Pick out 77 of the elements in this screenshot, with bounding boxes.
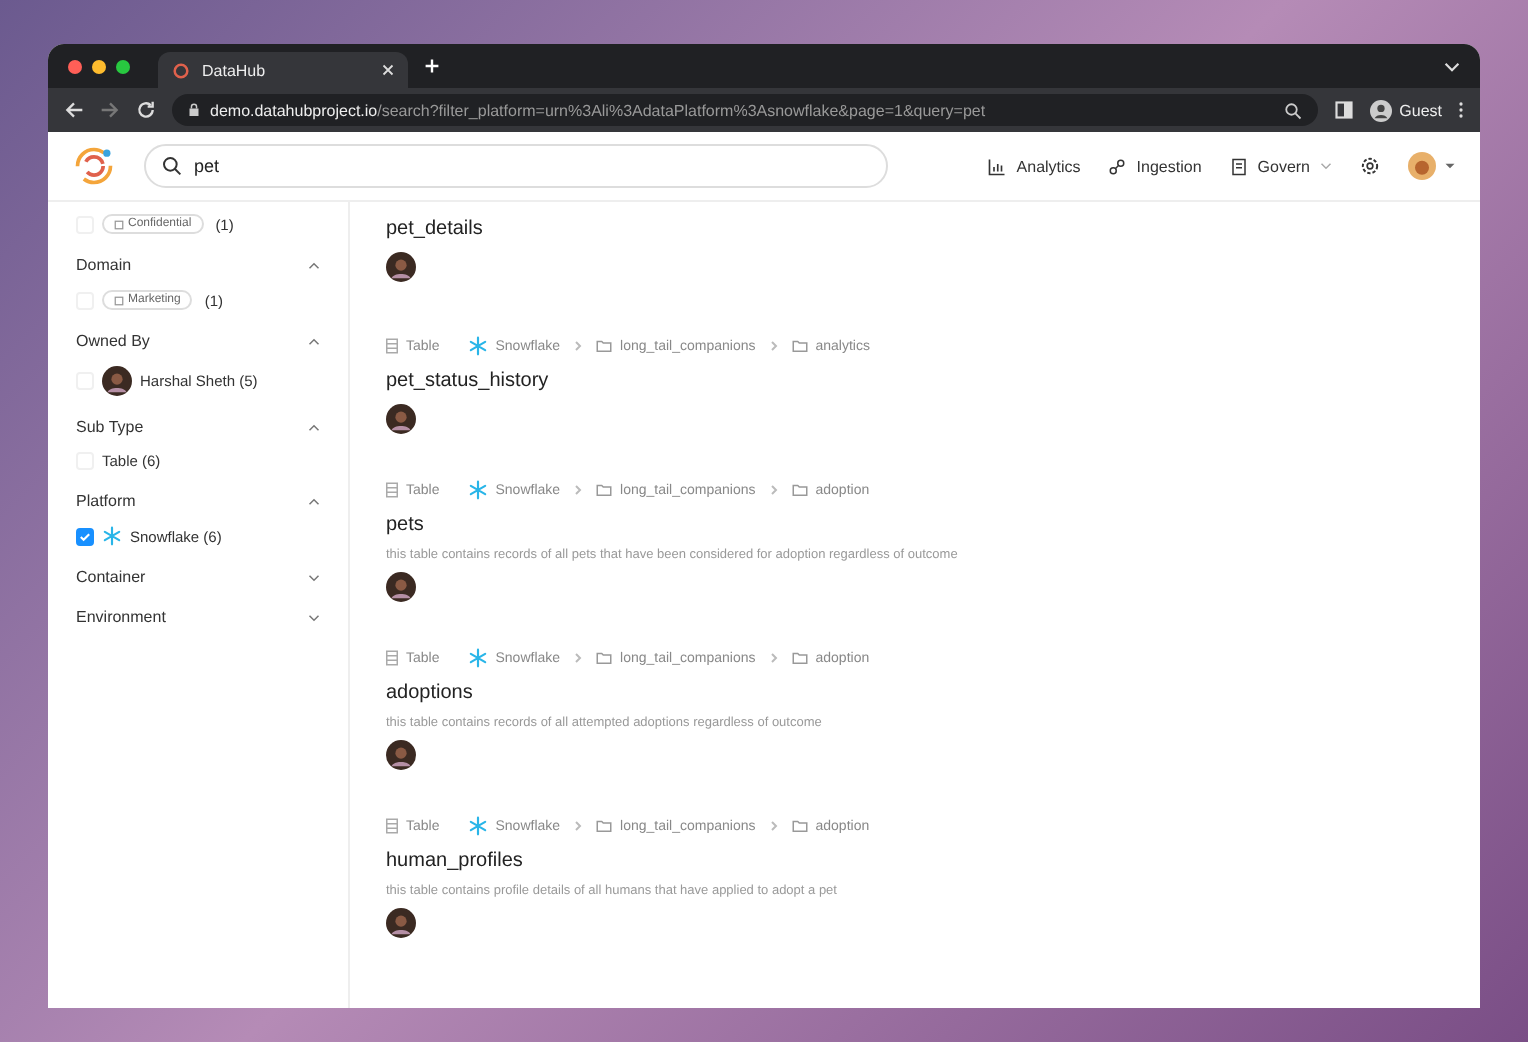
chevron-up-icon[interactable]	[308, 423, 320, 431]
owner-avatar	[386, 740, 416, 770]
chevron-up-icon[interactable]	[308, 337, 320, 345]
browser-tab[interactable]: DataHub	[158, 52, 408, 88]
chevron-right-icon	[769, 820, 778, 832]
sidebar-icon[interactable]	[1333, 100, 1354, 120]
search-icon	[162, 156, 182, 176]
user-avatar	[102, 366, 132, 396]
chevron-right-icon	[769, 652, 778, 664]
table-icon	[386, 650, 398, 666]
close-icon[interactable]	[382, 64, 394, 76]
chevron-up-icon[interactable]	[308, 497, 320, 505]
snowflake-icon	[467, 648, 488, 668]
chevron-up-icon[interactable]	[308, 261, 320, 269]
new-tab-icon[interactable]	[424, 58, 440, 74]
dataset-name[interactable]: pet_status_history	[386, 370, 1444, 392]
nav-link[interactable]: Analytics	[988, 157, 1081, 175]
chevron-right-icon	[769, 340, 778, 352]
maximize-window-button[interactable]	[116, 59, 130, 73]
chevron-right-icon	[769, 484, 778, 496]
zoom-icon[interactable]	[1283, 101, 1302, 119]
folder-icon	[791, 484, 808, 496]
chevron-right-icon	[574, 484, 583, 496]
nav-link[interactable]: Govern	[1229, 157, 1332, 175]
address-bar[interactable]: demo.datahubproject.io/search?filter_platform=urn%3Ali%3AdataPlatform%3Asnowflake&page=1&query=pet	[172, 94, 1318, 126]
settings-icon[interactable]	[1360, 156, 1380, 176]
owner-avatar	[386, 908, 416, 938]
folder-icon	[596, 484, 613, 496]
table-icon	[386, 818, 398, 834]
profile-button[interactable]: Guest	[1369, 99, 1442, 121]
filter-heading: Sub Type	[76, 418, 144, 436]
filter-heading: Owned By	[76, 332, 150, 350]
folder-icon	[791, 820, 808, 832]
dataset-name[interactable]: human_profiles	[386, 850, 1444, 872]
folder-icon	[596, 820, 613, 832]
filter-heading: Environment	[76, 608, 166, 626]
checkbox[interactable]	[76, 527, 94, 545]
tab-title: DataHub	[202, 61, 268, 79]
person-icon	[1369, 99, 1392, 121]
dataset-name[interactable]: pet_details	[386, 218, 1444, 240]
filter-heading: Domain	[76, 256, 132, 274]
owner-avatar	[386, 252, 416, 282]
chevron-right-icon	[574, 340, 583, 352]
datahub-logo-icon[interactable]	[72, 144, 116, 188]
snowflake-icon	[467, 816, 488, 836]
minimize-window-button[interactable]	[92, 59, 106, 73]
close-window-button[interactable]	[68, 59, 82, 73]
user-avatar-icon[interactable]	[1408, 152, 1436, 180]
caret-icon[interactable]	[1444, 162, 1456, 170]
square-icon	[114, 295, 124, 305]
snowflake-icon	[467, 480, 488, 500]
back-icon[interactable]	[64, 100, 84, 120]
table-icon	[386, 482, 398, 498]
bar-chart-icon	[988, 157, 1007, 175]
nav-link[interactable]: Ingestion	[1108, 157, 1202, 175]
owner-avatar	[386, 404, 416, 434]
snowflake-icon	[102, 526, 122, 546]
lock-icon	[188, 102, 200, 118]
folder-icon	[596, 652, 613, 664]
filter-heading: Container	[76, 568, 146, 586]
search-field[interactable]: pet	[144, 144, 888, 188]
dataset-name[interactable]: pets	[386, 514, 1444, 536]
folder-icon	[596, 340, 613, 352]
app-logo-icon	[172, 61, 190, 79]
forward-icon[interactable]	[100, 100, 120, 120]
link-icon	[1108, 157, 1127, 175]
folder-icon	[791, 652, 808, 664]
chevron-right-icon	[574, 820, 583, 832]
table-icon	[386, 338, 398, 354]
dataset-name[interactable]: adoptions	[386, 682, 1444, 704]
snowflake-icon	[467, 336, 488, 356]
chevron-right-icon	[574, 652, 583, 664]
more-icon[interactable]	[1458, 100, 1464, 120]
reload-icon[interactable]	[136, 100, 156, 120]
folder-icon	[791, 340, 808, 352]
filter-heading: Platform	[76, 492, 136, 510]
owner-avatar	[386, 572, 416, 602]
